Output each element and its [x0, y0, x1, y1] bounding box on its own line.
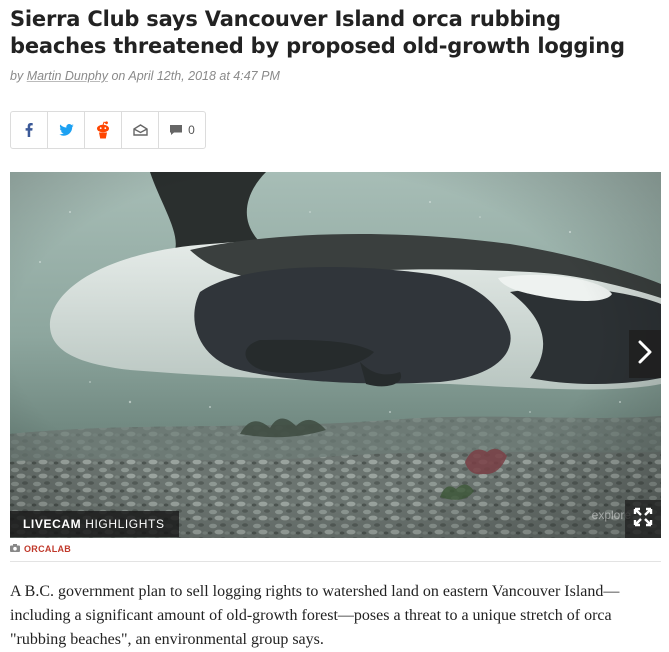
- reddit-icon: [96, 121, 110, 139]
- next-slide-button[interactable]: [629, 330, 661, 378]
- comment-count: 0: [188, 123, 195, 137]
- byline: by Martin Dunphy on April 12th, 2018 at …: [10, 69, 280, 83]
- byline-prefix: by: [10, 69, 27, 83]
- facebook-share-button[interactable]: [11, 112, 48, 148]
- share-bar: 0: [10, 111, 206, 149]
- expand-icon: [633, 507, 653, 532]
- video-player[interactable]: LIVECAM HIGHLIGHTS explore: [10, 172, 661, 538]
- publish-date: on April 12th, 2018 at 4:47 PM: [107, 69, 280, 83]
- livecam-label-rest: HIGHLIGHTS: [85, 517, 165, 531]
- fullscreen-button[interactable]: [625, 500, 661, 538]
- comments-button[interactable]: 0: [159, 112, 205, 148]
- reddit-share-button[interactable]: [85, 112, 122, 148]
- credit-divider: [10, 561, 661, 562]
- envelope-icon: [132, 124, 148, 136]
- facebook-icon: [25, 123, 33, 137]
- article-body-paragraph: A B.C. government plan to sell logging r…: [10, 583, 620, 648]
- livecam-label-bold: LIVECAM: [23, 517, 82, 531]
- author-link[interactable]: Martin Dunphy: [27, 69, 108, 83]
- photo-credit: ORCALAB: [10, 544, 71, 554]
- twitter-share-button[interactable]: [48, 112, 85, 148]
- photo-credit-text[interactable]: ORCALAB: [24, 544, 71, 554]
- comment-icon: [169, 124, 183, 136]
- camera-icon: [10, 544, 20, 554]
- chevron-right-icon: [638, 340, 652, 369]
- email-share-button[interactable]: [122, 112, 159, 148]
- twitter-icon: [58, 124, 74, 136]
- article-headline: Sierra Club says Vancouver Island orca r…: [10, 7, 625, 58]
- livecam-highlights-label: LIVECAM HIGHLIGHTS: [10, 511, 179, 537]
- orca-livecam-image: [10, 172, 661, 538]
